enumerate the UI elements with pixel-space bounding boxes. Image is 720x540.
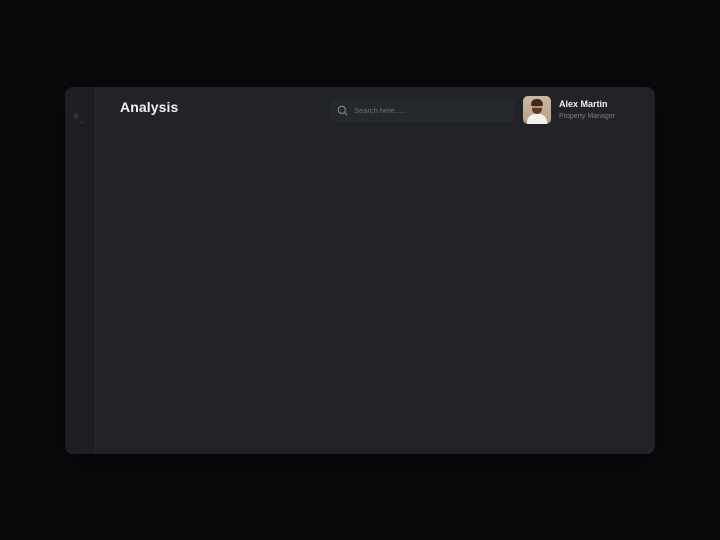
user-role: Property Manager — [559, 112, 616, 120]
search-bar[interactable] — [331, 99, 515, 122]
search-icon — [335, 104, 349, 118]
user-profile[interactable]: Alex Martin Property Manager — [523, 96, 615, 124]
avatar[interactable] — [523, 96, 551, 124]
sidebar-indicator-icon — [80, 121, 83, 124]
page-title: Analysis — [120, 99, 179, 115]
sidebar — [65, 87, 96, 454]
user-name: Alex Martin — [559, 98, 608, 109]
user-info: Alex Martin Property Manager — [559, 98, 615, 123]
sidebar-logo-icon[interactable] — [73, 113, 79, 119]
app-window: Analysis Alex Martin Property Manager — [65, 87, 655, 454]
search-input[interactable] — [354, 106, 504, 115]
